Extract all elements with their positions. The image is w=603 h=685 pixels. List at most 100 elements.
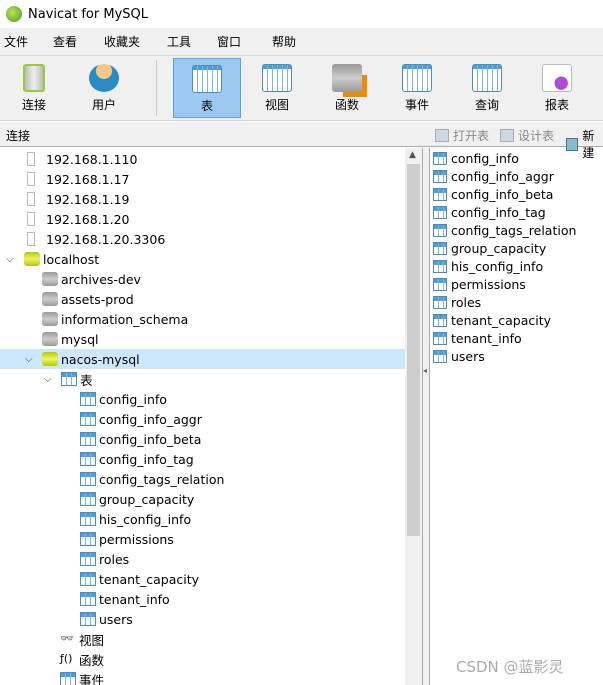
object-name: config_info_tag: [451, 204, 546, 220]
menu-favorites[interactable]: 收藏夹: [104, 33, 140, 50]
view-button[interactable]: 视图: [243, 58, 311, 118]
table-icon: [80, 612, 96, 626]
table-button[interactable]: 表: [173, 58, 241, 118]
tree-item-label: config_info_tag: [99, 451, 194, 467]
window-title: Navicat for MySQL: [28, 6, 148, 22]
menu-tools[interactable]: 工具: [167, 33, 191, 50]
object-name: config_info_beta: [451, 186, 554, 202]
object-list-item[interactable]: permissions: [433, 275, 526, 293]
table-icon: [433, 277, 447, 291]
report-label: 报表: [544, 98, 569, 112]
database-icon: [42, 332, 58, 346]
user-label: 用户: [91, 98, 116, 112]
object-list-item[interactable]: config_info_tag: [433, 203, 546, 221]
tree-table[interactable]: roles: [0, 549, 405, 569]
tree-table[interactable]: permissions: [0, 529, 405, 549]
tree-table[interactable]: tenant_capacity: [0, 569, 405, 589]
toolbar: 连接 用户 表 视图 函数 事件 查询 报表: [0, 56, 603, 121]
tree-connection[interactable]: 192.168.1.19: [0, 189, 405, 209]
tree-table[interactable]: config_info_tag: [0, 449, 405, 469]
table-icon: [433, 259, 447, 273]
scroll-up-icon[interactable]: ▲: [409, 150, 416, 160]
tree-database[interactable]: information_schema: [0, 309, 405, 329]
object-list-item[interactable]: his_config_info: [433, 257, 543, 275]
object-list-item[interactable]: tenant_capacity: [433, 311, 551, 329]
tree-table[interactable]: config_info_aggr: [0, 409, 405, 429]
expand-chevron-icon[interactable]: ⌵: [44, 374, 52, 385]
tree-table[interactable]: config_tags_relation: [0, 469, 405, 489]
tree-tables-group[interactable]: ⌵ 表: [0, 369, 405, 389]
object-list-item[interactable]: group_capacity: [433, 239, 546, 257]
tree-events-group[interactable]: 事件: [0, 669, 405, 685]
open-table-button[interactable]: 打开表: [435, 127, 489, 144]
tree-item-label: config_tags_relation: [99, 471, 225, 487]
table-icon: [80, 452, 96, 466]
table-icon: [80, 592, 96, 606]
design-table-button[interactable]: 设计表: [500, 127, 554, 144]
tree-table[interactable]: config_info: [0, 389, 405, 409]
tree-item-label: 函数: [79, 652, 105, 668]
expand-chevron-icon[interactable]: ⌵: [25, 354, 33, 365]
tree-scrollbar[interactable]: ▲: [405, 148, 422, 685]
tree-table[interactable]: config_info_beta: [0, 429, 405, 449]
event-button[interactable]: 事件: [383, 58, 451, 118]
tree-item-label: 192.168.1.110: [46, 151, 138, 167]
tree-views-group[interactable]: 👓 视图: [0, 629, 405, 649]
tree-database[interactable]: ⌵ nacos-mysql: [0, 349, 405, 369]
expand-chevron-icon[interactable]: ⌵: [6, 254, 14, 265]
object-list-item[interactable]: roles: [433, 293, 481, 311]
menu-view[interactable]: 查看: [53, 33, 77, 50]
object-list-item[interactable]: tenant_info: [433, 329, 522, 347]
tree-item-label: 192.168.1.20: [46, 211, 130, 227]
query-icon: [472, 64, 502, 92]
table-icon: [433, 151, 447, 165]
tree-connection[interactable]: 192.168.1.20.3306: [0, 229, 405, 249]
function-button[interactable]: 函数: [313, 58, 381, 118]
database-icon: [42, 312, 58, 326]
object-name: permissions: [451, 276, 526, 292]
tree-item-label: archives-dev: [61, 271, 141, 287]
pane-splitter[interactable]: ◂: [422, 148, 430, 685]
query-button[interactable]: 查询: [453, 58, 521, 118]
tree-connection[interactable]: 192.168.1.110: [0, 149, 405, 169]
tree-item-label: mysql: [61, 331, 99, 347]
table-icon: [433, 331, 447, 345]
tree-item-label: tenant_capacity: [99, 571, 200, 587]
tree-item-label: 视图: [79, 632, 105, 648]
collapse-arrow-icon[interactable]: ◂: [423, 366, 427, 375]
tree-connection-localhost[interactable]: ⌵ localhost: [0, 249, 405, 269]
table-icon: [433, 349, 447, 363]
server-icon: [27, 172, 35, 186]
object-list-item[interactable]: config_tags_relation: [433, 221, 576, 239]
table-icon: [433, 205, 447, 219]
tree-connection[interactable]: 192.168.1.20: [0, 209, 405, 229]
report-button[interactable]: 报表: [523, 58, 591, 118]
menu-window[interactable]: 窗口: [217, 33, 241, 50]
tree-database[interactable]: assets-prod: [0, 289, 405, 309]
design-table-label: 设计表: [518, 129, 555, 143]
tree-table[interactable]: tenant_info: [0, 589, 405, 609]
connection-button[interactable]: 连接: [0, 58, 68, 118]
tree-item-label: localhost: [43, 251, 100, 267]
menu-help[interactable]: 帮助: [272, 33, 296, 50]
view-label: 视图: [264, 98, 289, 112]
tree-database[interactable]: mysql: [0, 329, 405, 349]
menu-file[interactable]: 文件: [4, 33, 28, 50]
object-name: roles: [451, 294, 482, 310]
tree-item-label: group_capacity: [99, 491, 195, 507]
table-icon: [80, 552, 96, 566]
tree-functions-group[interactable]: ƒ() 函数: [0, 649, 405, 669]
tree-connection[interactable]: 192.168.1.17: [0, 169, 405, 189]
object-list-item[interactable]: config_info: [433, 149, 519, 167]
tree-table[interactable]: users: [0, 609, 405, 629]
user-button[interactable]: 用户: [70, 58, 138, 118]
table-icon: [192, 65, 222, 93]
object-list-item[interactable]: users: [433, 347, 485, 365]
scroll-thumb[interactable]: [407, 164, 420, 536]
object-list-item[interactable]: config_info_beta: [433, 185, 553, 203]
tree-database[interactable]: archives-dev: [0, 269, 405, 289]
tree-table[interactable]: his_config_info: [0, 509, 405, 529]
object-list-item[interactable]: config_info_aggr: [433, 167, 554, 185]
tree-table[interactable]: group_capacity: [0, 489, 405, 509]
open-table-icon: [435, 129, 449, 142]
